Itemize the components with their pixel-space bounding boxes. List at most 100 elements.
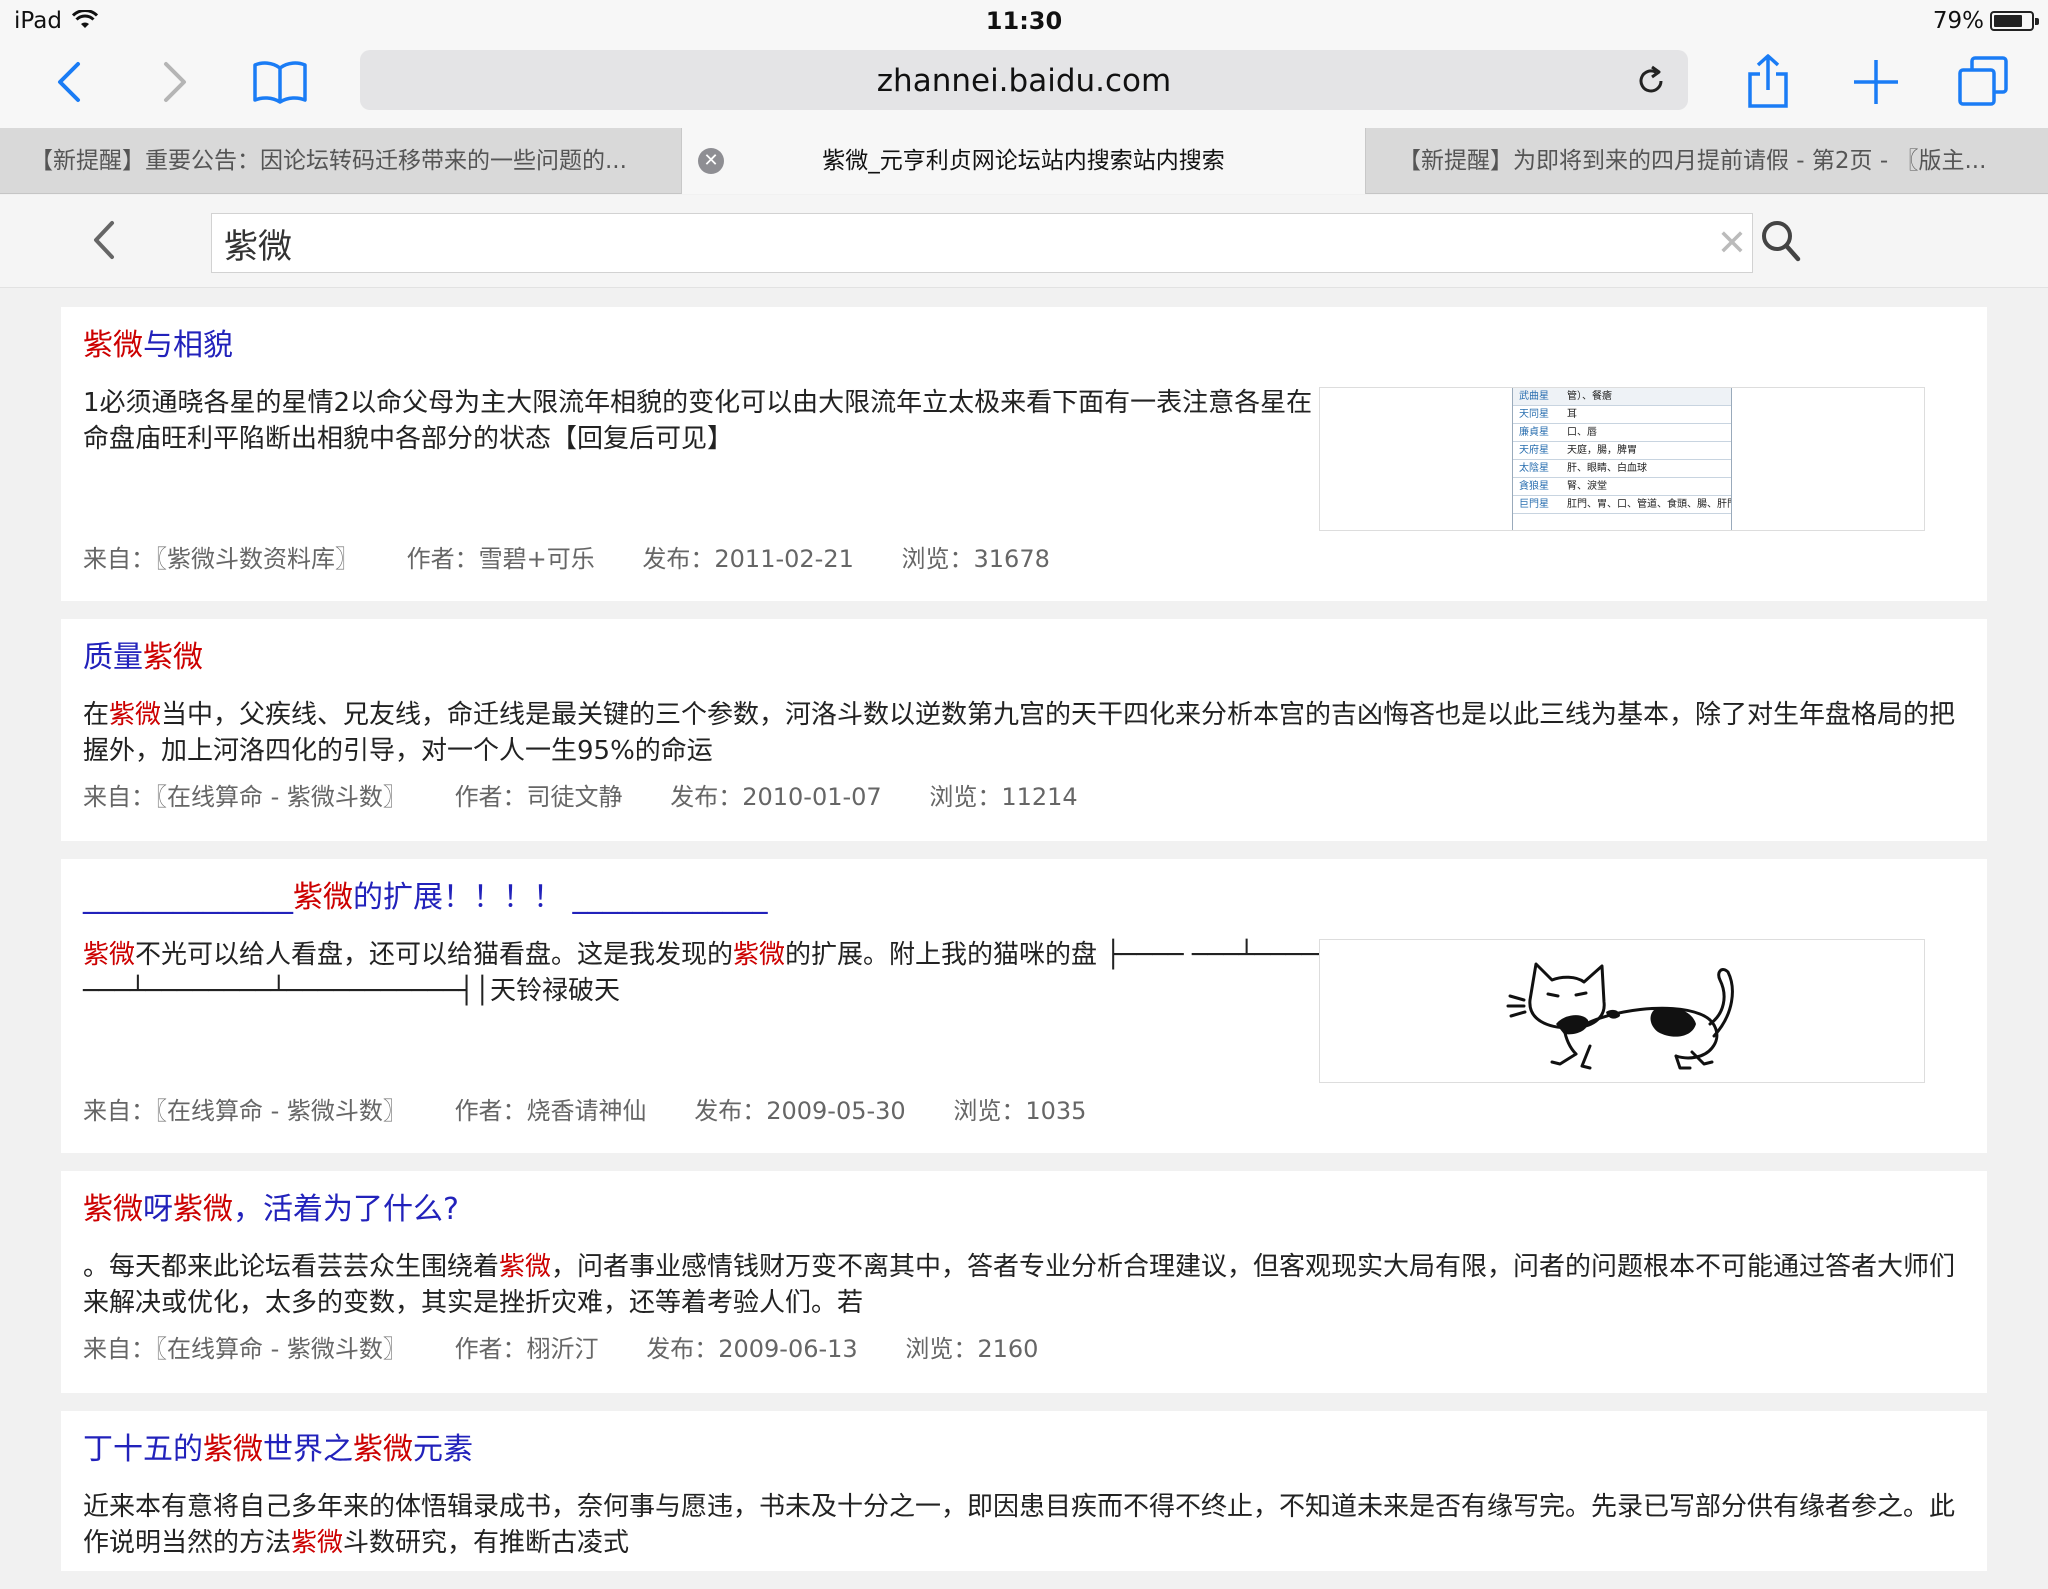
tabs-overview-icon[interactable] <box>1954 52 2014 112</box>
result-title[interactable]: 紫微呀紫微，活着为了什么? <box>83 1189 1965 1231</box>
keyword-highlight: 紫微 <box>291 1528 344 1558</box>
keyword-highlight: 紫微 <box>83 328 143 363</box>
thumbnail-star: 武曲星 <box>1519 391 1549 402</box>
bookmarks-icon[interactable] <box>250 52 310 112</box>
result-date: 发布：2009-05-30 <box>694 1097 906 1125</box>
tab-bar: 【新提醒】重要公告：因论坛转码迁移带来的一些问题的... ✕ 紫微_元亨利贞网论… <box>0 128 2048 194</box>
battery-level <box>1994 15 2023 27</box>
url-text: zhannei.baidu.com <box>876 63 1172 99</box>
thumbnail-row: 巨門星 肛門、胃、口、管道、食頭、腸、肝門 <box>1513 496 1731 514</box>
search-header: ✕ <box>0 195 2048 288</box>
new-tab-icon[interactable] <box>1846 52 1906 112</box>
text-run: 。每天都来此论坛看芸芸众生围绕着 <box>83 1252 500 1282</box>
result-snippet: 1必须通晓各星的星情2以命父母为主大限流年相貌的变化可以由大限流年立太极来看下面… <box>83 385 1333 457</box>
text-run: 世界之 <box>263 1432 353 1467</box>
result-card: 质量紫微 在紫微当中，父疾线、兄友线，命迁线是最关键的三个参数，河洛斗数以逆数第… <box>61 619 1987 841</box>
search-results: 紫微与相貌 1必须通晓各星的星情2以命父母为主大限流年相貌的变化可以由大限流年立… <box>61 307 1987 1589</box>
thumbnail-parts: 天庭，腸，脾胃 <box>1567 445 1637 456</box>
thumbnail-star: 天府星 <box>1519 445 1549 456</box>
text-run: 当中，父疾线、兄友线，命迁线是最关键的三个参数，河洛斗数以逆数第九宫的天干四化来… <box>83 700 1956 766</box>
forward-icon[interactable] <box>144 52 204 112</box>
page-back-icon[interactable] <box>84 217 124 263</box>
result-card: 紫微呀紫微，活着为了什么? 。每天都来此论坛看芸芸众生围绕着紫微，问者事业感情钱… <box>61 1171 1987 1393</box>
result-source[interactable]: 来自：〖紫微斗数资料库〗 <box>83 545 359 573</box>
result-meta: 来自：〖在线算命 - 紫微斗数〗 作者：司徒文静 发布：2010-01-07 浏… <box>83 777 1965 817</box>
result-views: 浏览：11214 <box>929 783 1078 811</box>
text-run: 呀 <box>143 1192 173 1227</box>
thumbnail-row: 太陰星 肝、眼睛、白血球 <box>1513 460 1731 478</box>
text-run: 与相貌 <box>143 328 233 363</box>
thumbnail-row: 天同星 耳 <box>1513 406 1731 424</box>
keyword-highlight: 紫微 <box>293 880 353 915</box>
result-snippet: 在紫微当中，父疾线、兄友线，命迁线是最关键的三个参数，河洛斗数以逆数第九宫的天干… <box>83 697 1965 769</box>
back-icon[interactable] <box>40 52 100 112</box>
tab-leave-request[interactable]: 【新提醒】为即将到来的四月提前请假 - 第2页 - 〖版主... <box>1365 128 2048 194</box>
text-run: 不光可以给人看盘，还可以给猫看盘。这是我发现的 <box>135 940 734 970</box>
text-run: 的扩展！！！！ _____________ <box>353 880 768 915</box>
result-source[interactable]: 来自：〖在线算命 - 紫微斗数〗 <box>83 783 407 811</box>
close-tab-icon[interactable]: ✕ <box>698 148 724 174</box>
result-card: 丁十五的紫微世界之紫微元素 近来本有意将自己多年来的体悟辑录成书，奈何事与愿违，… <box>61 1411 1987 1571</box>
thumbnail-row: 貪狼星 腎、淚堂 <box>1513 478 1731 496</box>
result-title[interactable]: ______________紫微的扩展！！！！ _____________ <box>83 877 1965 919</box>
share-icon[interactable] <box>1738 52 1798 112</box>
result-thumbnail[interactable]: 武曲星 管）、餐瘡 天同星 耳廉貞星 口、唇 天府星 天庭，腸，脾胃 太陰星 肝、眼睛、白血球貪… <box>1319 387 1925 531</box>
clear-search-icon[interactable]: ✕ <box>1712 224 1752 264</box>
thumbnail-row: 天府星 天庭，腸，脾胃 <box>1513 442 1731 460</box>
thumbnail-star: 天同星 <box>1519 409 1549 420</box>
result-date: 发布：2010-01-07 <box>670 783 882 811</box>
result-snippet: 。每天都来此论坛看芸芸众生围绕着紫微，问者事业感情钱财万变不离其中，答者专业分析… <box>83 1249 1965 1321</box>
text-run: 质量 <box>83 640 143 675</box>
thumbnail-star: 貪狼星 <box>1519 481 1549 492</box>
thumbnail-table: 武曲星 管）、餐瘡 天同星 耳廉貞星 口、唇 天府星 天庭，腸，脾胃 太陰星 肝、眼睛、白血球貪… <box>1512 388 1732 530</box>
keyword-highlight: 紫微 <box>143 640 203 675</box>
result-title[interactable]: 质量紫微 <box>83 637 1965 679</box>
result-date: 发布：2009-06-13 <box>646 1335 858 1363</box>
result-source[interactable]: 来自：〖在线算命 - 紫微斗数〗 <box>83 1335 407 1363</box>
result-source[interactable]: 来自：〖在线算命 - 紫微斗数〗 <box>83 1097 407 1125</box>
text-run: 丁十五的 <box>83 1432 203 1467</box>
search-icon[interactable] <box>1760 218 1802 264</box>
result-author: 作者：烧香请神仙 <box>454 1097 647 1125</box>
result-views: 浏览：2160 <box>905 1335 1039 1363</box>
result-snippet: 紫微不光可以给人看盘，还可以给猫看盘。这是我发现的紫微的扩展。附上我的猫咪的盘 … <box>83 937 1333 1009</box>
result-card: ______________紫微的扩展！！！！ _____________ 紫微… <box>61 859 1987 1153</box>
thumbnail-parts: 耳 <box>1567 409 1577 420</box>
result-date: 发布：2011-02-21 <box>642 545 854 573</box>
result-title[interactable]: 紫微与相貌 <box>83 325 1965 367</box>
text-run: 斗数研究，有推断古凌式 <box>343 1528 630 1558</box>
reload-icon[interactable] <box>1634 64 1668 98</box>
text-run: 元素 <box>413 1432 473 1467</box>
result-title[interactable]: 丁十五的紫微世界之紫微元素 <box>83 1429 1965 1471</box>
text-run: 在 <box>83 700 110 730</box>
result-meta: 来自：〖紫微斗数资料库〗 作者：雪碧+可乐 发布：2011-02-21 浏览：3… <box>83 539 1090 579</box>
search-input[interactable] <box>224 214 1704 272</box>
result-meta: 来自：〖在线算命 - 紫微斗数〗 作者：栩沂汀 发布：2009-06-13 浏览… <box>83 1329 1965 1369</box>
tab-search-active[interactable]: ✕ 紫微_元亨利贞网论坛站内搜索站内搜索 <box>682 128 1365 194</box>
clock: 11:30 <box>985 7 1063 35</box>
keyword-highlight: 紫微 <box>203 1432 263 1467</box>
keyword-highlight: 紫微 <box>83 1192 143 1227</box>
keyword-highlight: 紫微 <box>353 1432 413 1467</box>
thumbnail-parts: 管）、餐瘡 <box>1567 391 1612 402</box>
thumbnail-row: 武曲星 管）、餐瘡 <box>1513 388 1731 406</box>
address-bar[interactable]: zhannei.baidu.com <box>360 50 1688 110</box>
search-box: ✕ <box>211 213 1753 273</box>
battery-nub <box>2035 18 2039 25</box>
result-snippet: 近来本有意将自己多年来的体悟辑录成书，奈何事与愿违，书未及十分之一，即因患目疾而… <box>83 1489 1965 1561</box>
keyword-highlight: 紫微 <box>733 940 786 970</box>
tab-forum-notice[interactable]: 【新提醒】重要公告：因论坛转码迁移带来的一些问题的... <box>0 128 682 194</box>
thumbnail-parts: 腎、淚堂 <box>1567 481 1607 492</box>
cat-drawing-icon <box>1506 962 1734 1070</box>
result-meta: 来自：〖在线算命 - 紫微斗数〗 作者：烧香请神仙 发布：2009-05-30 … <box>83 1091 1126 1131</box>
battery-percent: 79% <box>1932 8 1984 34</box>
keyword-highlight: 紫微 <box>499 1252 552 1282</box>
keyword-highlight: 紫微 <box>173 1192 233 1227</box>
result-views: 浏览：1035 <box>953 1097 1087 1125</box>
thumbnail-star: 廉貞星 <box>1519 427 1549 438</box>
result-thumbnail[interactable] <box>1319 939 1925 1083</box>
tab-label: 紫微_元亨利贞网论坛站内搜索站内搜索 <box>822 148 1225 174</box>
thumbnail-row: 廉貞星 口、唇 <box>1513 424 1731 442</box>
text-run: ，活着为了什么? <box>233 1192 459 1227</box>
result-card: 紫微与相貌 1必须通晓各星的星情2以命父母为主大限流年相貌的变化可以由大限流年立… <box>61 307 1987 601</box>
